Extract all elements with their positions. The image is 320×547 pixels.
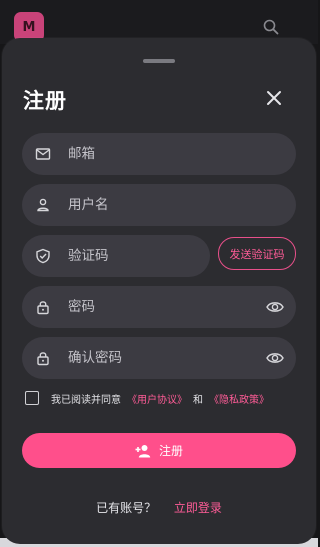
register-button[interactable]: 注册: [22, 433, 296, 468]
username-input[interactable]: [68, 184, 252, 226]
password-field: [22, 286, 296, 328]
login-link[interactable]: 立即登录: [174, 501, 222, 515]
email-field: [22, 133, 296, 175]
sheet-title: 注册: [23, 89, 67, 113]
eye-icon[interactable]: [266, 299, 284, 315]
drag-handle[interactable]: [143, 59, 175, 63]
shield-icon: [36, 248, 50, 264]
login-prompt: 已有账号？: [96, 501, 157, 515]
agreement-checkbox[interactable]: [25, 391, 39, 405]
privacy-policy-link[interactable]: 《隐私政策》: [209, 391, 269, 406]
user-agreement-link[interactable]: 《用户协议》: [127, 391, 187, 406]
eye-icon[interactable]: [266, 350, 284, 366]
mail-icon: [35, 148, 51, 160]
agreement-and: 和: [193, 394, 203, 406]
send-code-button[interactable]: 发送验证码: [218, 237, 296, 270]
register-sheet: 注册 发送验证码: [2, 38, 316, 544]
code-input[interactable]: [68, 235, 198, 277]
agreement-prefix: 我已阅读并同意: [51, 394, 121, 406]
agreement-row: 我已阅读并同意 《用户协议》 和 《隐私政策》: [25, 390, 269, 406]
confirm-password-field: [22, 337, 296, 379]
confirm-password-input[interactable]: [68, 337, 252, 379]
register-label: 注册: [158, 444, 183, 458]
password-input[interactable]: [68, 286, 252, 328]
login-row: 已有账号？ 立即登录: [2, 499, 316, 516]
close-icon[interactable]: [264, 88, 284, 108]
add-person-icon: [135, 444, 151, 457]
code-field: [22, 235, 210, 277]
lock-icon: [37, 301, 49, 315]
lock-icon: [37, 352, 49, 366]
username-field: [22, 184, 296, 226]
person-icon: [37, 198, 49, 212]
search-icon[interactable]: [263, 19, 279, 35]
email-input[interactable]: [68, 133, 252, 175]
